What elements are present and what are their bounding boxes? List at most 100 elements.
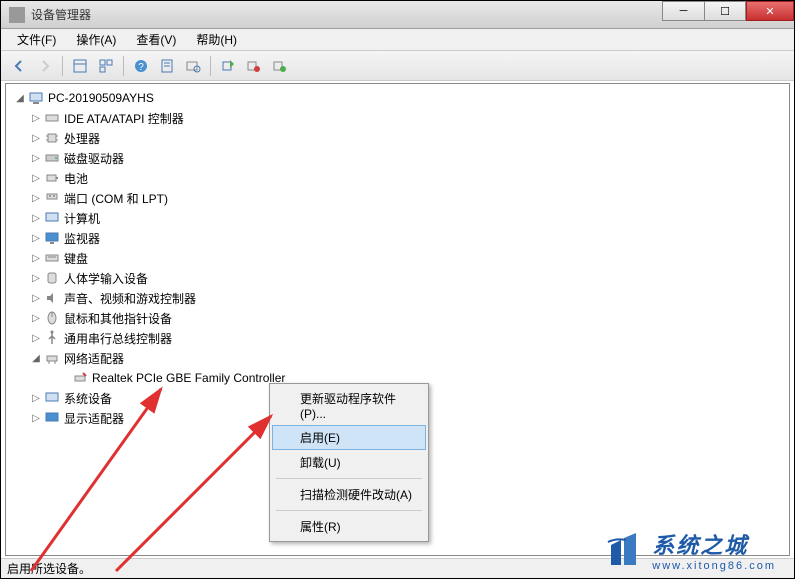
ctx-separator <box>276 510 422 511</box>
expander-icon[interactable]: ▷ <box>30 172 42 184</box>
tree-item-usb[interactable]: ▷ 通用串行总线控制器 <box>10 328 785 348</box>
watermark-icon <box>606 530 646 570</box>
maximize-button[interactable]: ☐ <box>704 1 746 21</box>
tree-item-computer[interactable]: ▷ 计算机 <box>10 208 785 228</box>
minimize-button[interactable]: ─ <box>662 1 704 21</box>
tree-item-label: 端口 (COM 和 LPT) <box>64 190 168 207</box>
tree-item-network[interactable]: ◢ 网络适配器 <box>10 348 785 368</box>
tree-item-monitor[interactable]: ▷ 监视器 <box>10 228 785 248</box>
window-controls: ─ ☐ ✕ <box>662 1 794 21</box>
tree-item-label: 键盘 <box>64 250 88 267</box>
tree-item-label: 鼠标和其他指针设备 <box>64 310 172 327</box>
tree-item-processor[interactable]: ▷ 处理器 <box>10 128 785 148</box>
context-menu: 更新驱动程序软件(P)... 启用(E) 卸载(U) 扫描检测硬件改动(A) 属… <box>269 383 429 542</box>
ctx-separator <box>276 478 422 479</box>
computer-icon <box>44 210 60 226</box>
expander-icon[interactable]: ◢ <box>14 92 26 104</box>
tree-item-sound[interactable]: ▷ 声音、视频和游戏控制器 <box>10 288 785 308</box>
expander-icon[interactable]: ▷ <box>30 412 42 424</box>
hid-icon <box>44 270 60 286</box>
network-icon <box>44 350 60 366</box>
expander-icon[interactable]: ▷ <box>30 292 42 304</box>
expander-icon[interactable]: ▷ <box>30 152 42 164</box>
computer-icon <box>28 90 44 106</box>
tree-item-keyboard[interactable]: ▷ 键盘 <box>10 248 785 268</box>
ctx-uninstall[interactable]: 卸载(U) <box>272 450 426 475</box>
expander-icon[interactable]: ◢ <box>30 352 42 364</box>
system-icon <box>44 390 60 406</box>
watermark-title: 系统之城 <box>652 528 776 560</box>
tree-item-label: 监视器 <box>64 230 100 247</box>
tree-item-label: 显示适配器 <box>64 410 124 427</box>
toolbar: ? <box>1 51 794 81</box>
view-devices-button[interactable] <box>68 54 92 78</box>
expander-icon[interactable]: ▷ <box>30 132 42 144</box>
tree-item-ide[interactable]: ▷ IDE ATA/ATAPI 控制器 <box>10 108 785 128</box>
expander-icon[interactable]: ▷ <box>30 112 42 124</box>
tree-item-label: 人体学输入设备 <box>64 270 148 287</box>
tree-item-label: 处理器 <box>64 130 100 147</box>
display-icon <box>44 410 60 426</box>
uninstall-button[interactable] <box>268 54 292 78</box>
forward-button[interactable] <box>33 54 57 78</box>
titlebar: 设备管理器 ─ ☐ ✕ <box>1 1 794 29</box>
menu-file[interactable]: 文件(F) <box>7 29 66 50</box>
expander-icon[interactable]: ▷ <box>30 212 42 224</box>
window-title: 设备管理器 <box>31 6 91 23</box>
tree-item-label: 通用串行总线控制器 <box>64 330 172 347</box>
ctx-update-driver[interactable]: 更新驱动程序软件(P)... <box>272 386 426 425</box>
tree-item-ports[interactable]: ▷ 端口 (COM 和 LPT) <box>10 188 785 208</box>
battery-icon <box>44 170 60 186</box>
watermark: 系统之城 www.xitong86.com <box>606 528 776 572</box>
tree-item-battery[interactable]: ▷ 电池 <box>10 168 785 188</box>
toolbar-separator <box>123 56 124 76</box>
tree-item-hid[interactable]: ▷ 人体学输入设备 <box>10 268 785 288</box>
expander-icon[interactable]: ▷ <box>30 232 42 244</box>
menubar: 文件(F) 操作(A) 查看(V) 帮助(H) <box>1 29 794 51</box>
update-driver-button[interactable] <box>242 54 266 78</box>
usb-icon <box>44 330 60 346</box>
tree-item-label: 系统设备 <box>64 390 112 407</box>
tree-item-label: IDE ATA/ATAPI 控制器 <box>64 110 184 127</box>
expander-icon[interactable]: ▷ <box>30 392 42 404</box>
sound-icon <box>44 290 60 306</box>
menu-action[interactable]: 操作(A) <box>66 29 126 50</box>
back-button[interactable] <box>7 54 31 78</box>
expander-icon[interactable]: ▷ <box>30 192 42 204</box>
watermark-url: www.xitong86.com <box>652 560 776 572</box>
tree-item-label: 电池 <box>64 170 88 187</box>
tree-root[interactable]: ◢ PC-20190509AYHS <box>10 88 785 108</box>
tree-item-label: Realtek PCIe GBE Family Controller <box>92 371 285 385</box>
toolbar-separator <box>210 56 211 76</box>
tree-item-label: 计算机 <box>64 210 100 227</box>
expander-icon[interactable]: ▷ <box>30 332 42 344</box>
port-icon <box>44 190 60 206</box>
ide-icon <box>44 110 60 126</box>
ctx-scan-hardware[interactable]: 扫描检测硬件改动(A) <box>272 482 426 507</box>
expander-icon[interactable]: ▷ <box>30 252 42 264</box>
enable-button[interactable] <box>216 54 240 78</box>
expander-icon[interactable]: ▷ <box>30 272 42 284</box>
toolbar-separator <box>62 56 63 76</box>
menu-view[interactable]: 查看(V) <box>126 29 186 50</box>
close-button[interactable]: ✕ <box>746 1 794 21</box>
expander-icon[interactable]: ▷ <box>30 312 42 324</box>
mouse-icon <box>44 310 60 326</box>
tree-item-disk[interactable]: ▷ 磁盘驱动器 <box>10 148 785 168</box>
scan-button[interactable] <box>181 54 205 78</box>
properties-button[interactable] <box>155 54 179 78</box>
app-icon <box>9 7 25 23</box>
ctx-enable[interactable]: 启用(E) <box>272 425 426 450</box>
tree-item-label: 磁盘驱动器 <box>64 150 124 167</box>
tree-root-label: PC-20190509AYHS <box>48 91 154 105</box>
statusbar-text: 启用所选设备。 <box>7 560 91 577</box>
view-resources-button[interactable] <box>94 54 118 78</box>
help-button[interactable]: ? <box>129 54 153 78</box>
tree-item-label: 网络适配器 <box>64 350 124 367</box>
network-adapter-icon <box>72 370 88 386</box>
tree-item-mouse[interactable]: ▷ 鼠标和其他指针设备 <box>10 308 785 328</box>
menu-help[interactable]: 帮助(H) <box>186 29 247 50</box>
svg-text:?: ? <box>138 62 144 73</box>
keyboard-icon <box>44 250 60 266</box>
ctx-properties[interactable]: 属性(R) <box>272 514 426 539</box>
